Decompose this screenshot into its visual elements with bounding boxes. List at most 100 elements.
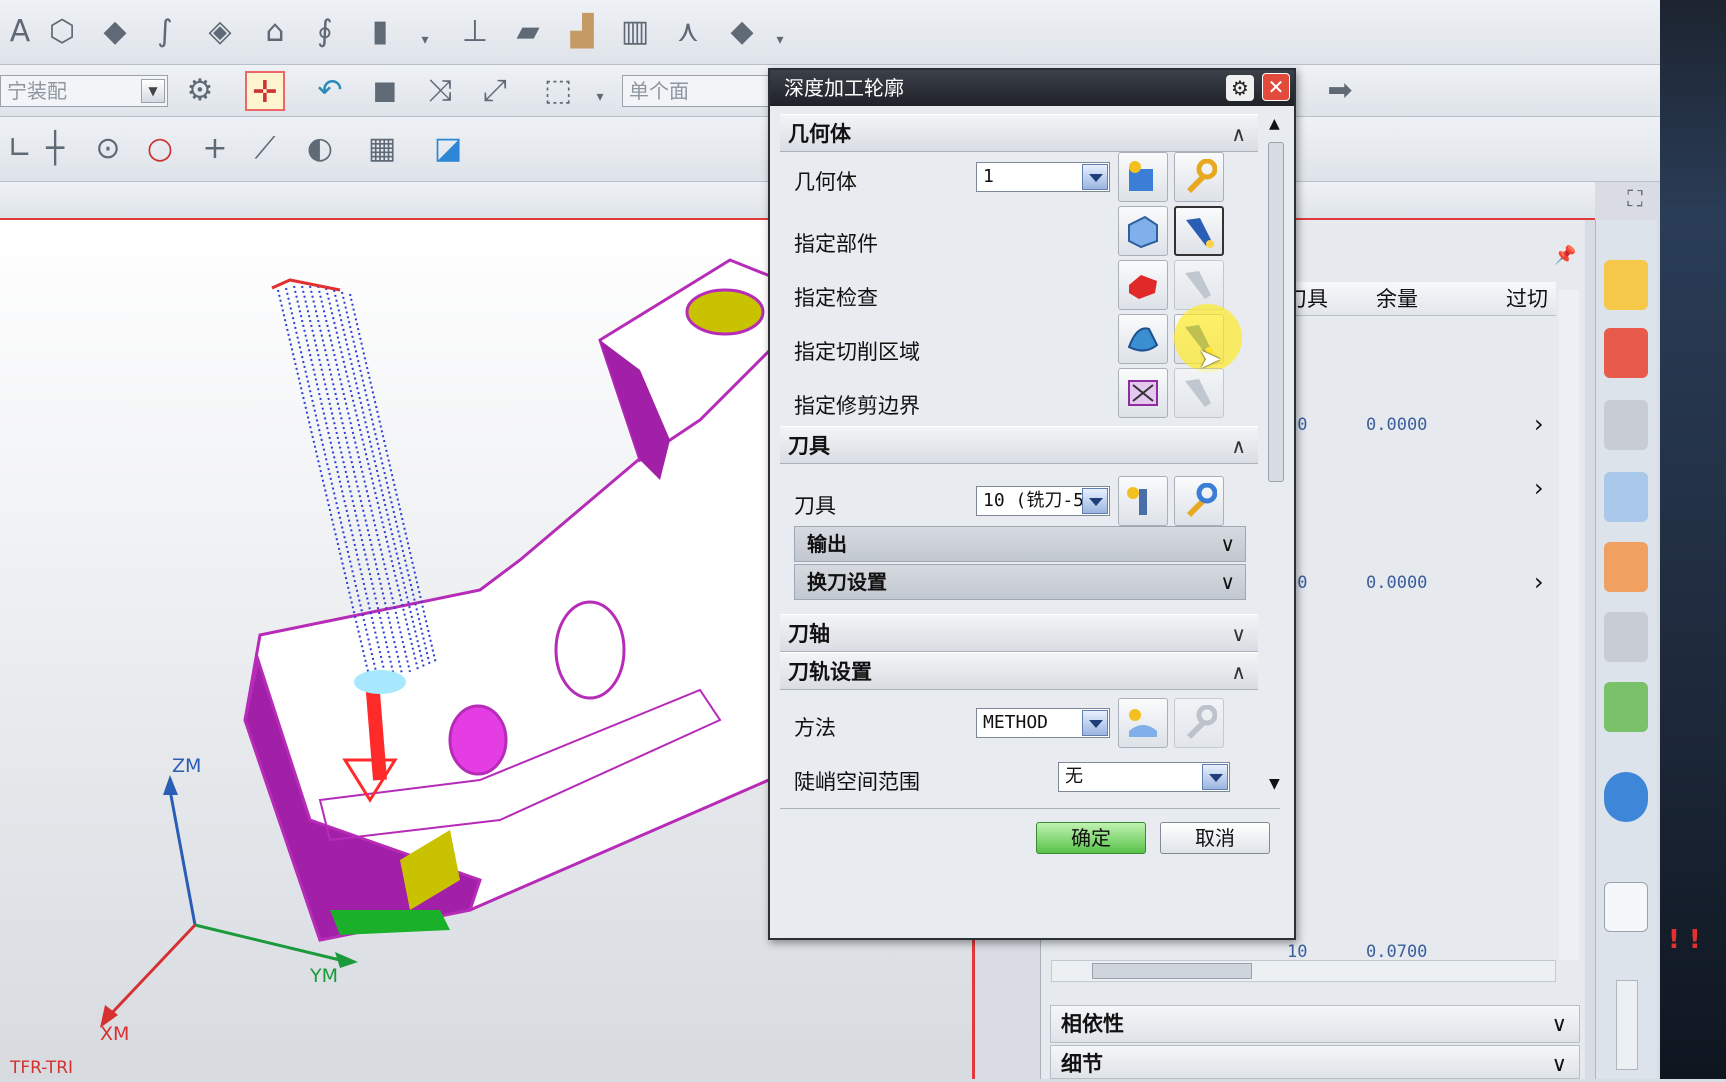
close-icon[interactable]: ✕ [1262, 73, 1290, 101]
solid-icon[interactable]: ◼ [365, 71, 405, 111]
display-check-button[interactable] [1174, 260, 1224, 310]
steep-range-dropdown[interactable]: 无 [1058, 762, 1230, 792]
nav-row[interactable]: 10 0.0000 › [1266, 410, 1556, 444]
display-part-button[interactable] [1174, 206, 1224, 256]
node-icon[interactable]: ⋏ [668, 12, 708, 52]
column-gouge[interactable]: 过切 [1506, 282, 1548, 316]
point-icon[interactable]: + [195, 129, 235, 169]
new-tool-button[interactable] [1118, 476, 1168, 526]
line-icon[interactable]: ⟋ [245, 129, 285, 169]
select-part-button[interactable] [1118, 206, 1168, 256]
chevron-down-icon[interactable] [1082, 488, 1108, 514]
new-method-button[interactable] [1118, 698, 1168, 748]
tool-change-subgroup[interactable]: 换刀设置 ∨ [794, 564, 1246, 600]
fit-view-icon[interactable]: ⛶ [1615, 180, 1655, 220]
arc-icon[interactable]: ∟ [0, 129, 40, 169]
chevron-right-icon[interactable]: › [1534, 568, 1544, 596]
chevron-up-icon[interactable]: ▲ [1269, 116, 1280, 132]
geometry-group-header[interactable]: 几何体 ∧ [780, 114, 1258, 152]
view-cube-icon[interactable]: ◪ [428, 129, 468, 169]
new-geometry-button[interactable] [1118, 152, 1168, 202]
tool-axis-group-header[interactable]: 刀轴 ∨ [780, 614, 1258, 652]
output-subgroup[interactable]: 输出 ∨ [794, 526, 1246, 562]
book-icon[interactable]: ▥ [615, 12, 655, 52]
nav-row[interactable]: 1 › [1266, 474, 1556, 508]
operation-navigator-icon[interactable] [1604, 472, 1648, 522]
grid-icon[interactable]: ▦ [362, 129, 402, 169]
sketch-curve-icon[interactable]: ∫ [145, 12, 185, 52]
edit-method-button[interactable] [1174, 698, 1224, 748]
display-trim-boundary-button[interactable] [1174, 368, 1224, 418]
nav-row[interactable]: 10 0.0700 [1266, 938, 1556, 958]
geometry-dropdown[interactable]: 1 [976, 162, 1110, 192]
sheet-icon[interactable]: ◆ [95, 12, 135, 52]
dialog-title-bar[interactable]: 深度加工轮廓 ⚙ ✕ [770, 70, 1294, 106]
snap-point-icon[interactable]: ✛ [245, 71, 285, 111]
block-icon[interactable]: ▟ [562, 12, 602, 52]
dialog-scrollbar[interactable]: ▲ ▼ [1266, 116, 1288, 796]
reuse-library-icon[interactable] [1604, 542, 1648, 592]
chevron-down-icon[interactable]: ▼ [1269, 776, 1280, 792]
hd3d-tools-icon[interactable] [1604, 612, 1648, 662]
tool-group-header[interactable]: 刀具 ∧ [780, 426, 1258, 464]
chevron-down-icon[interactable] [1082, 710, 1108, 736]
cancel-button[interactable]: 取消 [1160, 822, 1270, 854]
select-trim-boundary-button[interactable] [1118, 368, 1168, 418]
section-icon[interactable]: ⌂ [255, 12, 295, 52]
ok-button[interactable]: 确定 [1036, 822, 1146, 854]
undo-icon[interactable]: ↶ [310, 71, 350, 111]
constraint-navigator-icon[interactable] [1604, 328, 1648, 378]
edit-tool-button[interactable] [1174, 476, 1224, 526]
edit-geometry-button[interactable] [1174, 152, 1224, 202]
move-icon[interactable]: ⤨ [420, 71, 460, 111]
details-section[interactable]: 细节 ∨ [1050, 1045, 1580, 1079]
scrollbar-thumb[interactable] [1268, 142, 1284, 482]
dropdown-arrow-icon[interactable]: ▾ [760, 20, 800, 60]
chevron-down-icon[interactable] [1202, 764, 1228, 790]
chevron-right-icon[interactable]: › [1534, 410, 1544, 438]
nav-row[interactable]: 10 0.0000 › [1266, 568, 1556, 602]
nav-horizontal-scrollbar[interactable] [1051, 960, 1556, 982]
chevron-down-icon[interactable]: ▼ [141, 79, 165, 103]
assembly-filter-combo[interactable]: 宁装配 ▼ [0, 75, 168, 107]
surface-icon[interactable]: ◈ [200, 12, 240, 52]
chevron-down-icon[interactable] [1082, 164, 1108, 190]
method-dropdown[interactable]: METHOD [976, 708, 1110, 738]
forward-arrow-icon[interactable]: ➡ [1320, 71, 1360, 111]
dropdown-arrow-icon[interactable]: ▾ [405, 20, 445, 60]
intersect-icon[interactable]: ┼ [35, 129, 75, 169]
mill-icon[interactable]: ⊥ [455, 12, 495, 52]
strip-scrollbar[interactable] [1616, 980, 1638, 1070]
assembly-navigator-icon[interactable] [1604, 260, 1648, 310]
extrude-icon[interactable]: ▮ [360, 12, 400, 52]
scrollbar-thumb[interactable] [1092, 963, 1252, 979]
face-point-icon[interactable]: ◐ [300, 129, 340, 169]
gear-icon[interactable]: ⚙ [1226, 75, 1254, 101]
web-browser-icon[interactable] [1604, 882, 1648, 932]
select-check-button[interactable] [1118, 260, 1168, 310]
dropdown-arrow-icon[interactable]: ▾ [580, 77, 620, 117]
dependency-section[interactable]: 相依性 ∨ [1050, 1005, 1580, 1043]
nav-vertical-scrollbar[interactable] [1559, 290, 1579, 960]
feature-icon[interactable]: ⬡ [42, 12, 82, 52]
box-select-icon[interactable]: ⬚ [538, 71, 578, 111]
tool-dropdown[interactable]: 10 (铣刀-5 [976, 486, 1110, 516]
tool-icon[interactable]: ▰ [508, 12, 548, 52]
column-stock[interactable]: 余量 [1376, 282, 1418, 316]
curve-icon[interactable]: ∮ [305, 12, 345, 52]
tool-label: 刀具 [794, 494, 836, 518]
select-settings-icon[interactable]: ⚙ [180, 71, 220, 111]
quadrant-icon[interactable]: ○ [140, 129, 180, 169]
palette-icon[interactable] [1604, 682, 1648, 732]
text-icon[interactable]: A [0, 12, 40, 52]
part-navigator-icon[interactable] [1604, 400, 1648, 450]
tweak-icon[interactable]: ⤢ [475, 71, 515, 111]
pin-icon[interactable]: 📌 [1554, 245, 1576, 266]
face-filter-combo[interactable]: 单个面 [622, 75, 772, 107]
plate-icon[interactable]: ◆ [722, 12, 762, 52]
chevron-right-icon[interactable]: › [1534, 474, 1544, 502]
path-settings-group-header[interactable]: 刀轨设置 ∧ [780, 652, 1258, 690]
info-icon[interactable] [1604, 772, 1648, 822]
select-cut-area-button[interactable] [1118, 314, 1168, 364]
center-icon[interactable]: ⊙ [88, 129, 128, 169]
